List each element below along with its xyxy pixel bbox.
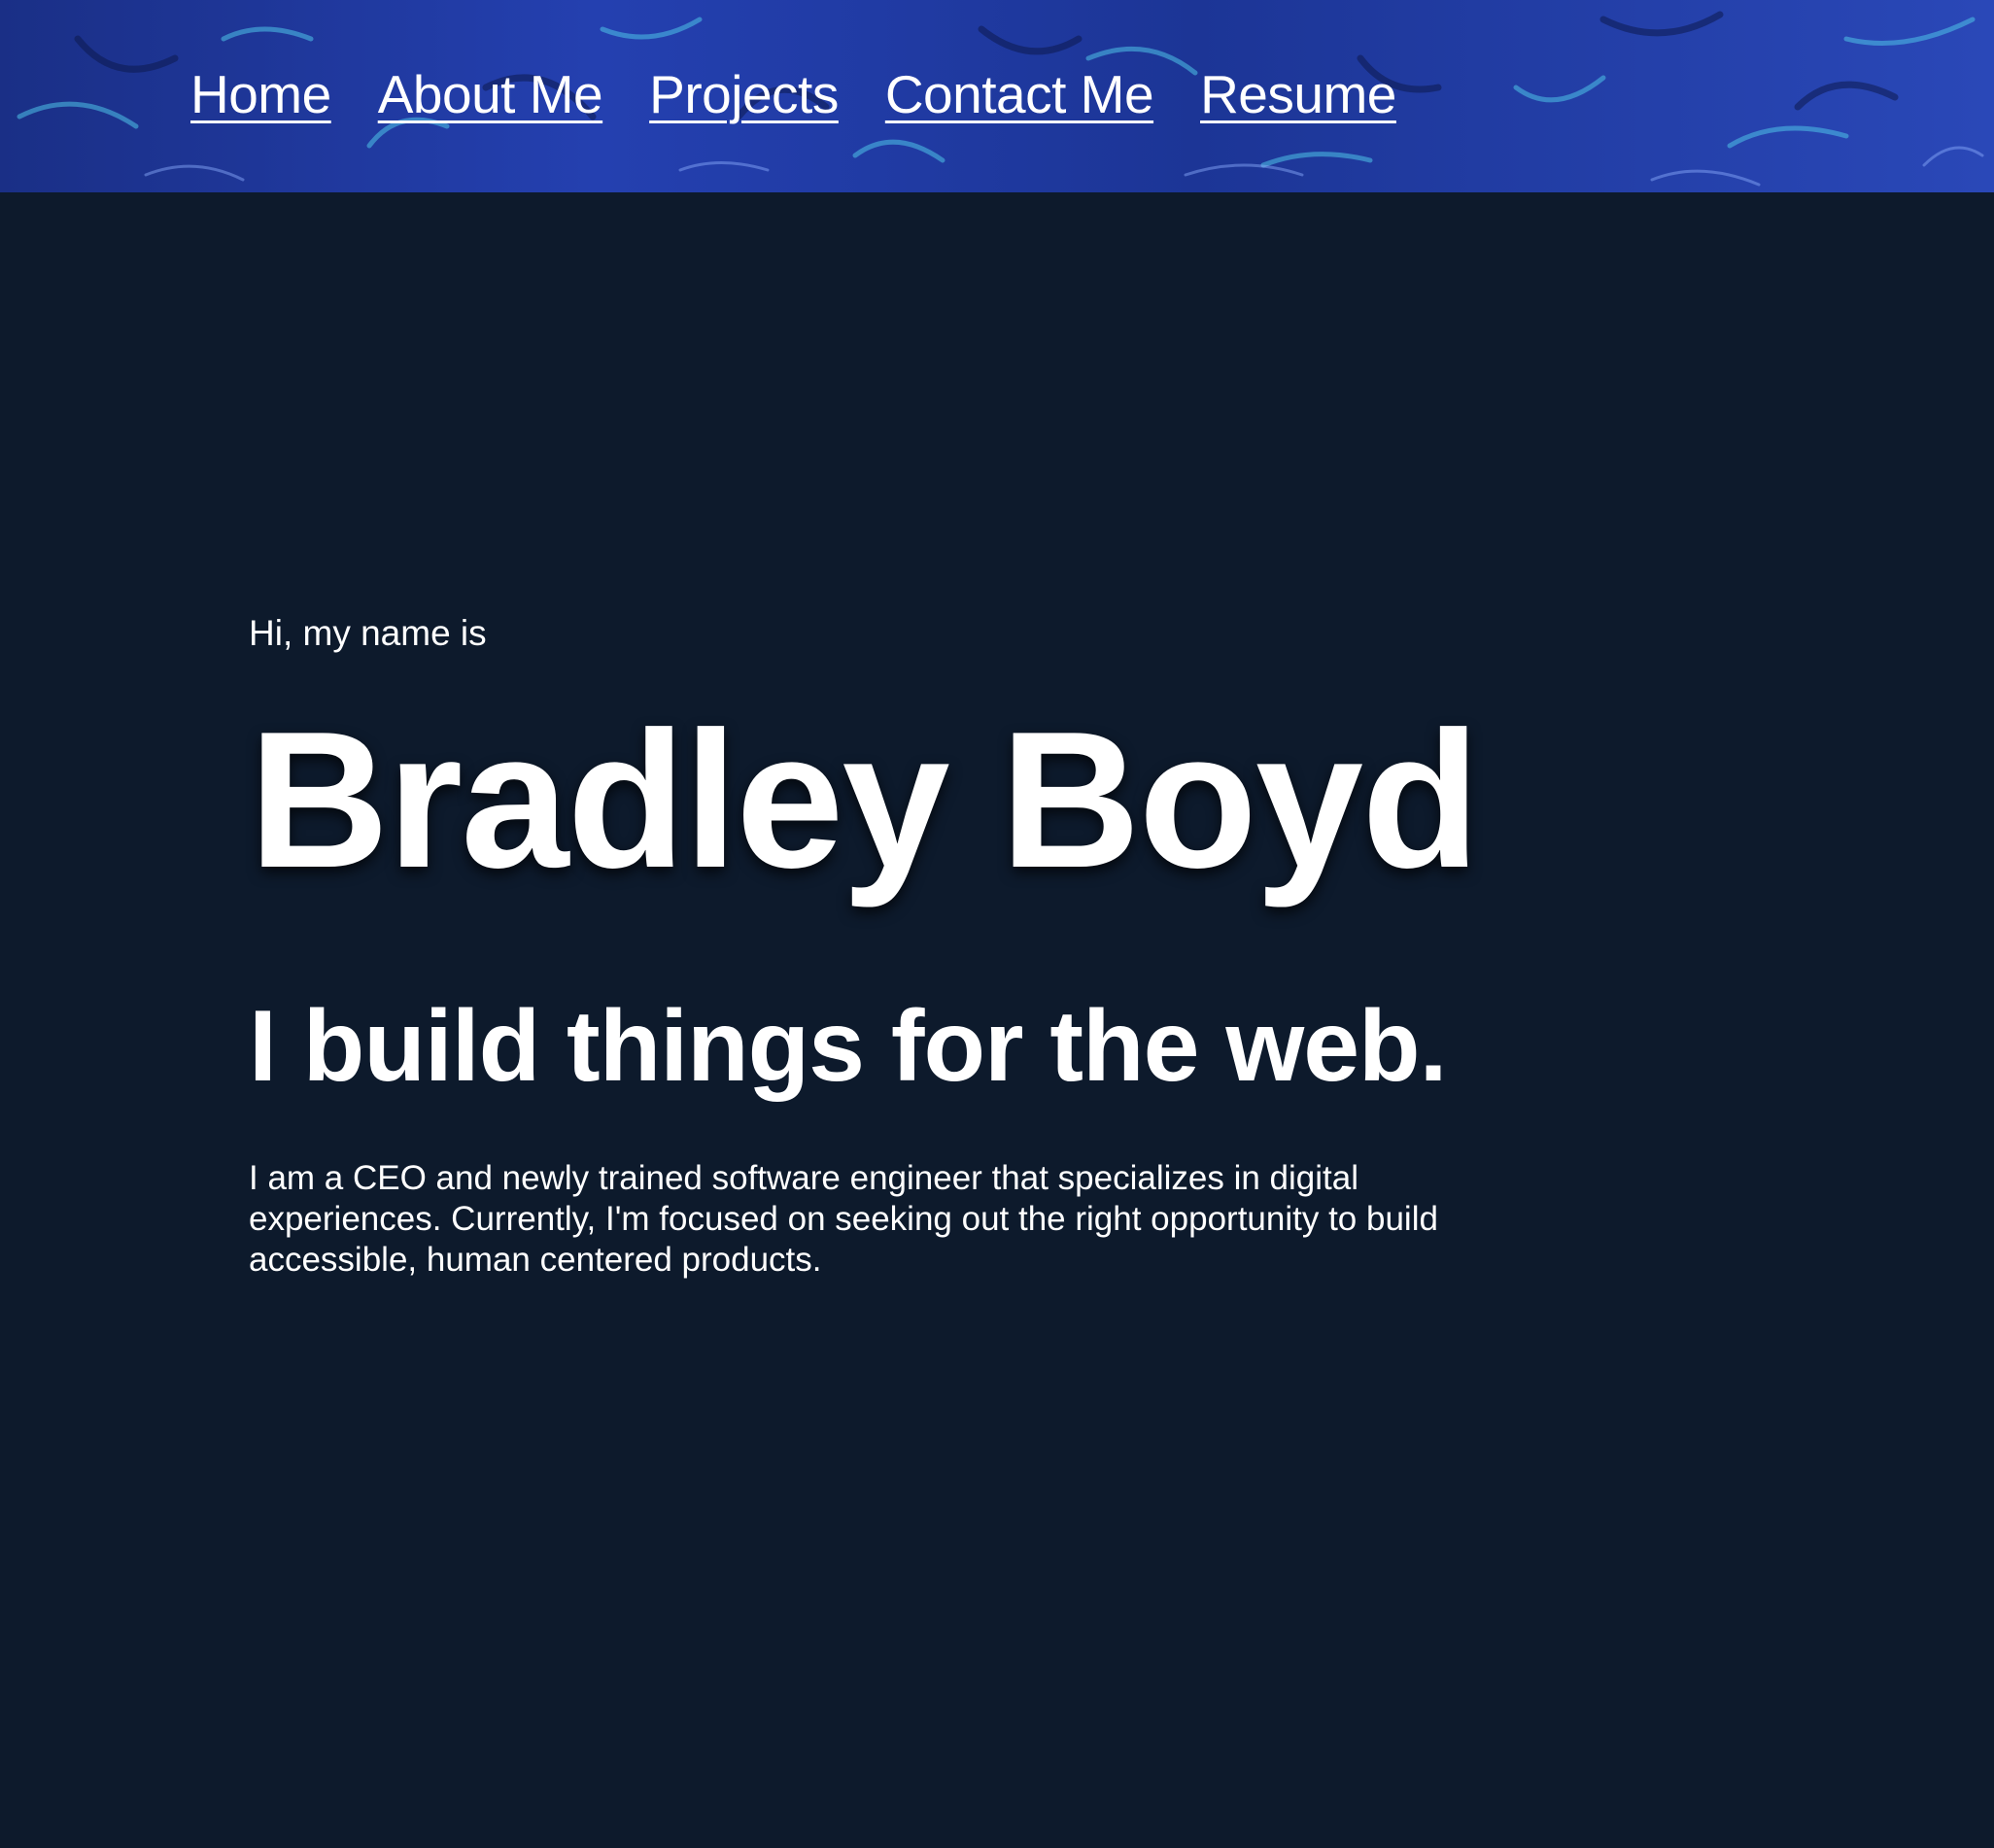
nav-link-projects[interactable]: Projects — [649, 60, 839, 128]
nav-link-contact-me[interactable]: Contact Me — [885, 60, 1154, 128]
hero-tagline: I build things for the web. — [249, 990, 1447, 1103]
hero-name: Bradley Boyd — [249, 692, 1480, 908]
hero-section: Hi, my name is Bradley Boyd I build thin… — [249, 583, 1512, 1281]
hero-bio: I am a CEO and newly trained software en… — [249, 1159, 1438, 1279]
hero-greeting: Hi, my name is — [249, 613, 487, 653]
nav-link-home[interactable]: Home — [190, 60, 331, 128]
main-nav: Home About Me Projects Contact Me Resume — [190, 60, 1396, 128]
site-header: Home About Me Projects Contact Me Resume — [0, 0, 1994, 192]
nav-link-about-me[interactable]: About Me — [378, 60, 603, 128]
nav-link-resume[interactable]: Resume — [1200, 60, 1396, 128]
